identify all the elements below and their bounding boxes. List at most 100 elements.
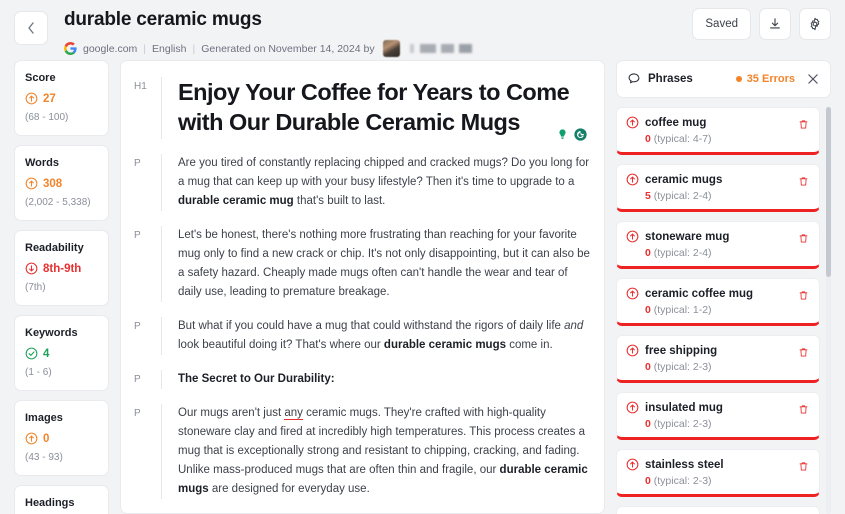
title-block: durable ceramic mugs google.com | Englis… — [64, 8, 472, 57]
phrase-count: 0 — [645, 133, 651, 145]
phrase-card[interactable]: coffee mug 0 (typical: 4-7) — [616, 107, 820, 155]
delete-phrase-button[interactable] — [798, 459, 810, 471]
phrase-count: 0 — [645, 361, 651, 373]
metric-label: Images — [25, 412, 63, 424]
delete-phrase-button[interactable] — [798, 231, 810, 243]
metric-range: (43 - 93) — [25, 452, 63, 463]
phrase-count: 5 — [645, 190, 651, 202]
arrow-up-circle-icon — [626, 287, 639, 300]
meta-separator-1: | — [143, 42, 147, 55]
download-button[interactable] — [759, 8, 791, 40]
metric-card-readability[interactable]: Readability 8th-9th (7th) — [14, 230, 109, 306]
top-actions: Saved — [692, 8, 831, 40]
metric-label: Score — [25, 72, 56, 84]
errors-badge: 35 Errors — [735, 73, 795, 85]
phrase-name: insulated mug — [645, 401, 723, 414]
phrase-card-stats: 0 (typical: 2-3) — [626, 418, 810, 430]
phrase-card[interactable]: stainless steel 0 (typical: 2-3) — [616, 449, 820, 497]
delete-phrase-button[interactable] — [798, 402, 810, 414]
editor-block-p[interactable]: P But what if you could have a mug that … — [131, 317, 590, 355]
phrase-card[interactable]: ceramic mugs 5 (typical: 2-4) — [616, 164, 820, 212]
metric-label: Headings — [25, 497, 75, 509]
phrases-scrollbar-track[interactable] — [826, 107, 831, 514]
grammarly-icon[interactable] — [572, 126, 588, 142]
saved-button[interactable]: Saved — [692, 8, 751, 40]
phrases-list[interactable]: coffee mug 0 (typical: 4-7) ceramic mugs… — [616, 107, 831, 514]
trash-icon — [799, 233, 808, 243]
block-tag: P — [134, 158, 141, 169]
editor-block-p[interactable]: P The Secret to Our Durability: — [131, 370, 590, 389]
editor-block-p[interactable]: P Are you tired of constantly replacing … — [131, 154, 590, 211]
arrow-up-circle-icon — [626, 230, 639, 243]
metric-label: Readability — [25, 242, 84, 254]
delete-phrase-button[interactable] — [798, 288, 810, 300]
phrase-typical: (typical: 2-4) — [653, 247, 712, 259]
phrase-count: 0 — [645, 475, 651, 487]
arrow-up-circle-icon — [626, 173, 639, 186]
gear-icon — [810, 17, 820, 31]
metric-label: Keywords — [25, 327, 78, 339]
editor-block-p[interactable]: P Let's be honest, there's nothing more … — [131, 226, 590, 302]
phrase-name: ceramic coffee mug — [645, 287, 754, 300]
google-icon — [64, 42, 77, 55]
phrase-name: ceramic mugs — [645, 173, 723, 186]
metric-range: (68 - 100) — [25, 112, 69, 123]
metric-range: (1 - 6) — [25, 367, 52, 378]
close-icon — [808, 74, 818, 84]
trash-icon — [799, 119, 808, 129]
document-meta: google.com | English | Generated on Nove… — [64, 40, 472, 57]
paragraph-text[interactable]: Let's be honest, there's nothing more fr… — [178, 226, 590, 302]
paragraph-text[interactable]: But what if you could have a mug that co… — [178, 317, 590, 355]
phrases-header: Phrases 35 Errors — [616, 60, 831, 98]
back-button[interactable] — [14, 11, 48, 45]
chat-bubble-icon — [628, 73, 640, 84]
editor-block-p[interactable]: P Our mugs aren't just any ceramic mugs.… — [131, 404, 590, 499]
meta-separator-2: | — [192, 42, 196, 55]
phrase-card-header: ceramic coffee mug — [626, 287, 810, 300]
metric-value-row: 8th-9th — [25, 262, 98, 275]
block-tag: P — [134, 321, 141, 332]
paragraph-text[interactable]: The Secret to Our Durability: — [178, 370, 590, 389]
block-body: Let's be honest, there's nothing more fr… — [161, 226, 590, 302]
page-title: durable ceramic mugs — [64, 9, 262, 30]
metric-value: 8th-9th — [43, 262, 82, 275]
phrase-card[interactable]: free shipping 0 (typical: 2-3) — [616, 335, 820, 383]
phrases-title: Phrases — [648, 73, 693, 85]
metric-card-score[interactable]: Score 27 (68 - 100) — [14, 60, 109, 136]
phrase-count: 0 — [645, 247, 651, 259]
phrase-card[interactable]: stoneware mug 0 (typical: 2-4) — [616, 221, 820, 269]
settings-button[interactable] — [799, 8, 831, 40]
status-dot-icon — [735, 76, 742, 82]
metric-card-words[interactable]: Words 308 (2,002 - 5,338) — [14, 145, 109, 221]
block-tag: H1 — [134, 81, 147, 92]
lightbulb-icon[interactable] — [554, 126, 570, 142]
phrase-card[interactable]: insulated mug 0 (typical: 2-3) — [616, 392, 820, 440]
arrow-up-circle-icon — [25, 177, 38, 190]
phrase-card[interactable]: travel mug 0 (typical: 2-3) — [616, 506, 820, 514]
metric-card-headings[interactable]: Headings 1 (30 - 60) — [14, 485, 109, 514]
phrase-count: 0 — [645, 304, 651, 316]
phrase-name: stainless steel — [645, 458, 724, 471]
metric-card-images[interactable]: Images 0 (43 - 93) — [14, 400, 109, 476]
editor-block-h1[interactable]: H1 Enjoy Your Coffee for Years to Come w… — [131, 77, 590, 143]
trash-icon — [799, 347, 808, 357]
phrase-card-stats: 0 (typical: 4-7) — [626, 133, 810, 145]
arrow-down-circle-icon — [25, 262, 38, 275]
metric-card-keywords[interactable]: Keywords 4 (1 - 6) — [14, 315, 109, 391]
paragraph-text[interactable]: Our mugs aren't just any ceramic mugs. T… — [178, 404, 590, 499]
block-body: Our mugs aren't just any ceramic mugs. T… — [161, 404, 590, 499]
block-tag: P — [134, 408, 141, 419]
phrases-scrollbar-thumb[interactable] — [826, 107, 831, 277]
delete-phrase-button[interactable] — [798, 345, 810, 357]
delete-phrase-button[interactable] — [798, 117, 810, 129]
paragraph-text[interactable]: Are you tired of constantly replacing ch… — [178, 154, 590, 211]
heading-h1[interactable]: Enjoy Your Coffee for Years to Come with… — [178, 77, 590, 139]
phrase-card[interactable]: ceramic coffee mug 0 (typical: 1-2) — [616, 278, 820, 326]
grammarly-glyph — [573, 127, 587, 141]
delete-phrase-button[interactable] — [798, 174, 810, 186]
metrics-sidebar: Score 27 (68 - 100) Words 308 (2,002 - 5… — [14, 60, 109, 514]
phrase-card-stats: 0 (typical: 1-2) — [626, 304, 810, 316]
google-g-icon — [64, 42, 77, 55]
document-editor[interactable]: H1 Enjoy Your Coffee for Years to Come w… — [120, 60, 605, 514]
close-panel-button[interactable] — [806, 72, 820, 86]
